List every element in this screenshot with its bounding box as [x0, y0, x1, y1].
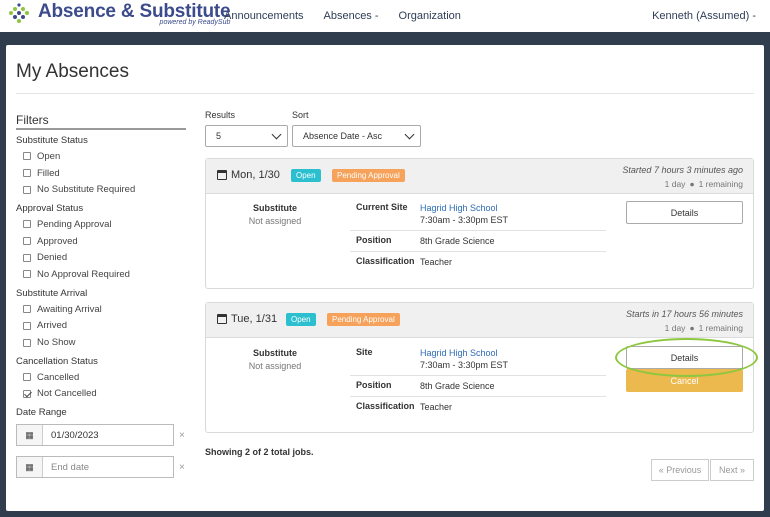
results-select[interactable]: 5: [205, 125, 288, 147]
absence-meta: 1 day ● 1 remaining: [664, 323, 743, 333]
absence-date: Mon, 1/30: [231, 169, 280, 181]
start-date-value: 01/30/2023: [51, 429, 99, 441]
substitute-label: Substitute: [253, 348, 297, 358]
filter-no-show[interactable]: No Show: [16, 334, 186, 351]
absence-meta: 1 day ● 1 remaining: [664, 179, 743, 189]
status-badge-pending: Pending Approval: [327, 313, 400, 326]
highlight-ring: [615, 338, 758, 377]
substitute-value: Not assigned: [248, 216, 302, 226]
filter-awaiting-arrival[interactable]: Awaiting Arrival: [16, 301, 186, 318]
info-row-position: Position 8th Grade Science: [350, 375, 606, 396]
filter-pending-approval[interactable]: Pending Approval: [16, 216, 186, 233]
user-menu[interactable]: Kenneth (Assumed) -: [652, 10, 756, 22]
checkbox[interactable]: [23, 321, 31, 330]
clear-end-date-icon[interactable]: ×: [179, 462, 185, 473]
filter-not-cancelled[interactable]: Not Cancelled: [16, 386, 186, 403]
results-count: Showing 2 of 2 total jobs.: [205, 447, 314, 457]
results-label: Results: [205, 110, 236, 120]
dot-separator: ●: [689, 323, 695, 333]
calendar-icon: [217, 314, 227, 324]
top-navbar: Absence & Substitute powered by ReadySub…: [0, 0, 770, 32]
filter-open[interactable]: Open: [16, 148, 186, 165]
checkbox[interactable]: [23, 305, 31, 314]
absence-card-header: Tue, 1/31 Open Pending Approval Starts i…: [206, 303, 753, 338]
end-date-placeholder: End date: [51, 461, 90, 473]
chevron-down-icon: [271, 129, 282, 140]
absence-info-table: Site Hagrid High School 7:30am - 3:30pm E…: [350, 343, 606, 417]
filter-arrived[interactable]: Arrived: [16, 318, 186, 335]
checkbox[interactable]: [23, 253, 31, 262]
nav-organization[interactable]: Organization: [399, 10, 461, 22]
page-title: My Absences: [16, 61, 129, 82]
app-subtitle: powered by ReadySub: [159, 19, 231, 26]
title-divider: [16, 93, 754, 94]
nav-absences[interactable]: Absences -: [324, 10, 379, 22]
absence-card: Tue, 1/31 Open Pending Approval Starts i…: [205, 302, 758, 433]
absence-timing: Starts in 17 hours 56 minutes: [625, 309, 743, 319]
end-date-field[interactable]: ▦ End date: [16, 456, 174, 479]
filter-group-substitute-status: Substitute Status: [16, 135, 88, 146]
calendar-icon[interactable]: ▦: [17, 425, 43, 446]
next-page-button[interactable]: Next »: [710, 459, 754, 481]
filter-filled[interactable]: Filled: [16, 165, 186, 182]
brand[interactable]: Absence & Substitute powered by ReadySub: [38, 2, 231, 27]
end-date-row: ▦ End date ×: [16, 456, 186, 479]
checkbox[interactable]: [23, 220, 31, 229]
filter-group-cancellation-status: Cancellation Status: [16, 355, 98, 367]
substitute-value: Not assigned: [248, 361, 302, 371]
absence-card: Mon, 1/30 Open Pending Approval Started …: [205, 158, 754, 289]
filter-group-approval-status: Approval Status: [16, 203, 84, 215]
checkbox[interactable]: [23, 338, 31, 347]
filter-group-date-range: Date Range: [16, 407, 67, 419]
status-badge-pending: Pending Approval: [332, 169, 405, 182]
absence-date: Tue, 1/31: [231, 313, 278, 325]
filter-denied[interactable]: Denied: [16, 249, 186, 266]
filter-group-substitute-arrival: Substitute Arrival: [16, 287, 88, 299]
sort-select[interactable]: Absence Date - Asc: [292, 125, 421, 147]
calendar-icon[interactable]: ▦: [17, 457, 43, 478]
checkbox[interactable]: [23, 169, 31, 178]
absence-timing: Started 7 hours 3 minutes ago: [622, 165, 743, 175]
chevron-down-icon: [404, 129, 415, 140]
main-panel: My Absences Filters Substitute Status Op…: [6, 45, 764, 511]
filter-cancelled[interactable]: Cancelled: [16, 369, 186, 386]
substitute-label: Substitute: [253, 203, 297, 213]
checkbox[interactable]: [23, 185, 31, 194]
checkbox-checked[interactable]: [23, 389, 31, 398]
checkbox[interactable]: [23, 237, 31, 246]
checkbox[interactable]: [23, 270, 31, 279]
absence-info-table: Current Site Hagrid High School 7:30am - …: [350, 198, 606, 272]
site-link[interactable]: Hagrid High School: [420, 203, 498, 213]
nav-announcements[interactable]: Announcements: [224, 10, 304, 22]
details-button[interactable]: Details: [626, 201, 743, 224]
logo-icon: [9, 3, 29, 23]
filters-title: Filters: [16, 113, 186, 130]
info-row-site: Site Hagrid High School 7:30am - 3:30pm E…: [356, 347, 509, 370]
status-badge-open: Open: [286, 313, 316, 326]
filter-no-approval-required[interactable]: No Approval Required: [16, 266, 186, 283]
sort-label: Sort: [292, 110, 309, 120]
dot-separator: ●: [689, 179, 695, 189]
start-date-row: ▦ 01/30/2023 ×: [16, 424, 186, 447]
status-badge-open: Open: [291, 169, 321, 182]
site-link[interactable]: Hagrid High School: [420, 348, 498, 358]
main-nav: Announcements Absences - Organization: [224, 10, 481, 22]
previous-page-button[interactable]: « Previous: [651, 459, 709, 481]
filters-sidebar: Filters Substitute Status Open Filled No…: [16, 113, 186, 479]
info-row-position: Position 8th Grade Science: [350, 230, 606, 251]
info-row-classification: Classification Teacher: [350, 396, 606, 417]
info-row-site: Current Site Hagrid High School 7:30am - …: [356, 202, 509, 225]
calendar-icon: [217, 170, 227, 180]
checkbox[interactable]: [23, 373, 31, 382]
filter-approved[interactable]: Approved: [16, 233, 186, 250]
clear-start-date-icon[interactable]: ×: [179, 430, 185, 441]
checkbox[interactable]: [23, 152, 31, 161]
start-date-field[interactable]: ▦ 01/30/2023: [16, 424, 174, 447]
absence-card-header: Mon, 1/30 Open Pending Approval Started …: [206, 159, 753, 194]
filter-no-substitute-required[interactable]: No Substitute Required: [16, 181, 186, 198]
info-row-classification: Classification Teacher: [350, 251, 606, 272]
